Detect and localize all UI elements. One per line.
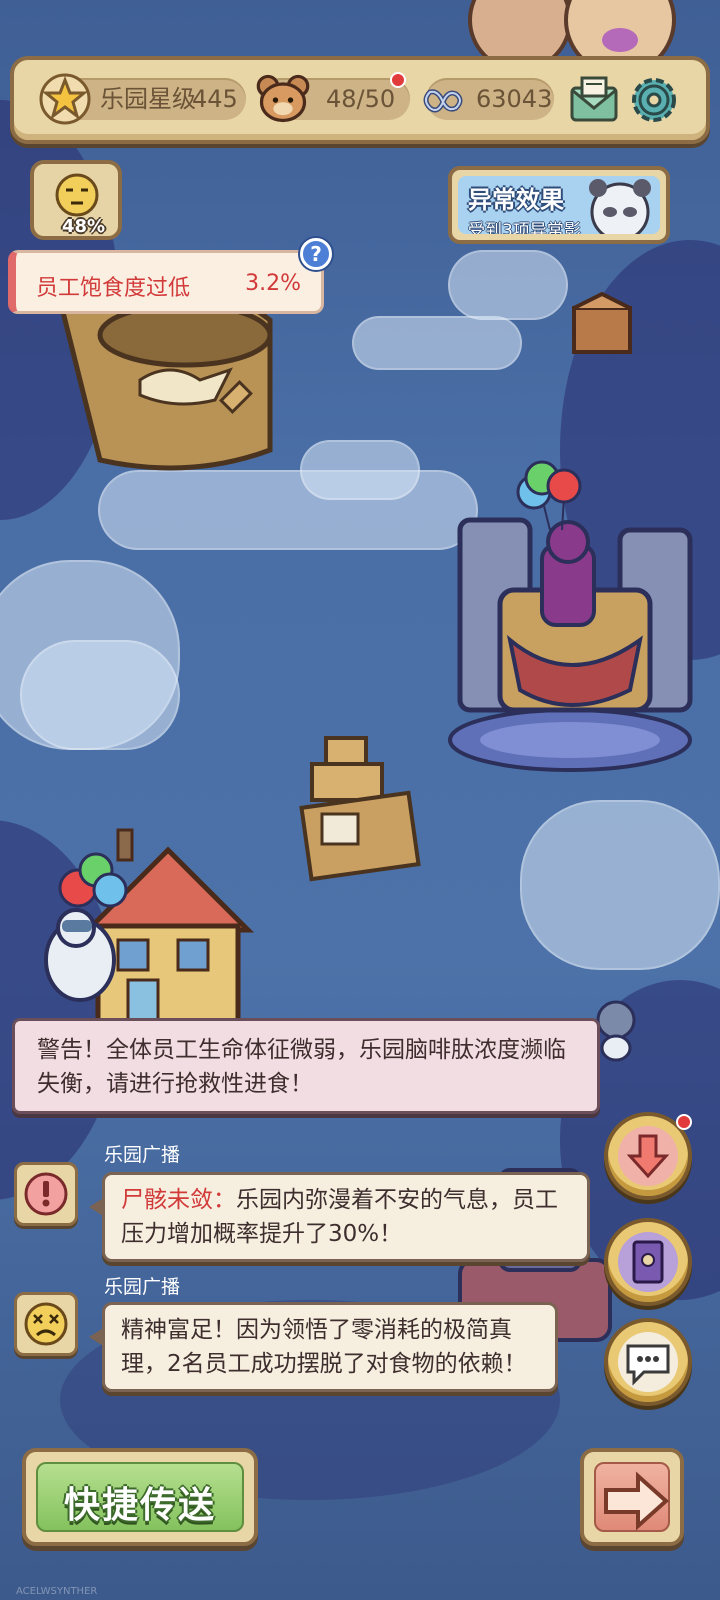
park-star-pill[interactable]: 乐园星级 445 [39,73,246,125]
quick-teleport-button[interactable]: 快捷传送 [22,1448,258,1546]
scroll-down-button[interactable] [604,1112,692,1200]
dizzy-face-icon [24,1302,68,1346]
quick-teleport-face: 快捷传送 [36,1462,244,1532]
resource-bar: 乐园星级 445 48/50 63043 [10,56,710,144]
small-robot [596,1000,636,1062]
broadcast-alert-avatar [14,1162,78,1226]
settings-gear-icon[interactable] [626,72,682,128]
broadcast-text: 精神富足！因为领悟了零消耗的极简真理，2名员工成功摆脱了对食物的依赖！ [121,1317,527,1377]
anomaly-title: 异常效果 [468,186,564,214]
hunger-label: 员工饱食度过低 [36,276,191,301]
chat-button[interactable] [604,1318,692,1406]
brick-house [81,828,255,1029]
broadcast-sender: 乐园广播 [104,1144,181,1166]
anomaly-effects-panel[interactable]: 异常效果 受到3项异常影 [448,166,670,244]
mood-percent: 48% [62,216,106,237]
next-arrow-button[interactable] [580,1448,684,1546]
notification-dot [390,72,406,88]
currency-pill[interactable]: 63043 [423,78,554,120]
anomaly-subtitle: 受到3项异常影 [468,221,581,234]
broadcast-message: 尸骸未敛：乐园内弥漫着不安的气息，员工压力增加概率提升了30%！ [89,1172,590,1262]
quick-teleport-label: 快捷传送 [63,1485,216,1526]
panda-icon [589,179,651,234]
bear-icon [256,74,310,123]
park-star-label: 乐园星级 [100,85,196,113]
notification-dot [676,1114,692,1130]
next-arrow-face [594,1462,670,1532]
floating-crate [299,736,421,882]
chat-bubble-icon [626,1344,670,1386]
help-icon[interactable]: ? [300,238,332,270]
hunger-alert[interactable]: 员工饱食度过低 3.2% [8,250,324,314]
book-icon [632,1240,664,1284]
warning-icon [24,1172,68,1216]
arrow-down-icon [626,1134,670,1179]
broadcast-message: 精神富足！因为领悟了零消耗的极简真理，2名员工成功摆脱了对食物的依赖！ [89,1302,558,1392]
watermark: ACELWSYNTHER [16,1586,98,1597]
broadcast-sender: 乐园广播 [104,1276,181,1298]
broadcast-dizzy-avatar [14,1292,78,1356]
infinity-link-icon [423,89,463,113]
mech-throne [448,460,693,772]
neutral-face-icon [55,173,99,217]
staff-count-pill[interactable]: 48/50 [256,72,410,123]
warning-message: 警告！全体员工生命体征微弱，乐园脑啡肽浓度濒临失衡，请进行抢救性进食！ [12,1018,600,1114]
arrow-right-icon [604,1471,670,1531]
mail-icon[interactable] [566,72,622,128]
star-icon [39,73,91,125]
anomaly-inner: 异常效果 受到3项异常影 [458,176,660,234]
staff-count-value: 48/50 [326,85,396,113]
hunger-value: 3.2% [245,271,301,296]
currency-value: 63043 [476,85,553,113]
codex-button[interactable] [604,1218,692,1306]
mood-indicator[interactable]: 48% [30,160,122,240]
park-star-value: 445 [192,85,238,113]
floating-box [572,291,632,354]
broadcast-highlight: 尸骸未敛： [121,1187,236,1213]
